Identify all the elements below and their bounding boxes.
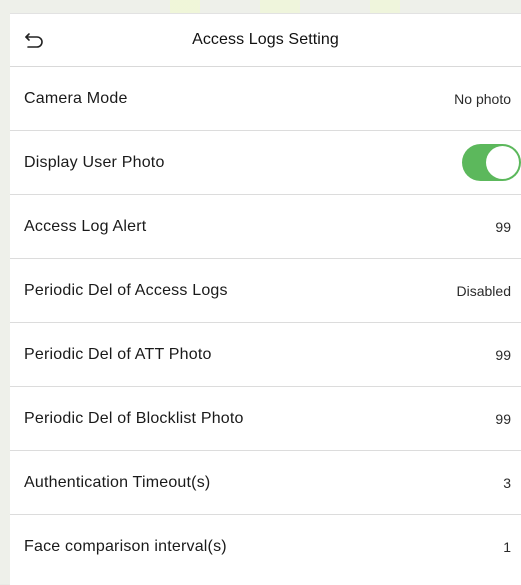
authentication-timeout-row[interactable]: Authentication Timeout(s) 3 — [10, 451, 521, 515]
header-bar: Access Logs Setting — [10, 14, 521, 67]
setting-value: 99 — [495, 410, 511, 427]
display-user-photo-toggle[interactable] — [462, 144, 521, 181]
camera-mode-row[interactable]: Camera Mode No photo — [10, 67, 521, 131]
periodic-del-att-photo-row[interactable]: Periodic Del of ATT Photo 99 — [10, 323, 521, 387]
setting-label: Display User Photo — [24, 153, 165, 171]
settings-screen: Access Logs Setting Camera Mode No photo… — [10, 13, 521, 585]
back-arrow-icon[interactable] — [22, 28, 46, 52]
setting-value: No photo — [454, 90, 511, 107]
setting-label: Access Log Alert — [24, 217, 147, 235]
setting-label: Authentication Timeout(s) — [24, 473, 211, 491]
setting-label: Periodic Del of Blocklist Photo — [24, 409, 244, 427]
setting-label: Periodic Del of Access Logs — [24, 281, 228, 299]
setting-value: 99 — [495, 218, 511, 235]
setting-value: Disabled — [456, 282, 511, 299]
face-comparison-interval-row[interactable]: Face comparison interval(s) 1 — [10, 515, 521, 579]
setting-label: Camera Mode — [24, 89, 128, 107]
setting-value: 99 — [495, 346, 511, 363]
setting-label: Periodic Del of ATT Photo — [24, 345, 212, 363]
setting-value: 1 — [503, 539, 511, 555]
access-log-alert-row[interactable]: Access Log Alert 99 — [10, 195, 521, 259]
periodic-del-access-logs-row[interactable]: Periodic Del of Access Logs Disabled — [10, 259, 521, 323]
toggle-knob — [486, 146, 519, 179]
display-user-photo-row: Display User Photo — [10, 131, 521, 195]
setting-value: 3 — [503, 474, 511, 491]
page-title: Access Logs Setting — [192, 31, 339, 48]
periodic-del-blocklist-photo-row[interactable]: Periodic Del of Blocklist Photo 99 — [10, 387, 521, 451]
setting-label: Face comparison interval(s) — [24, 538, 227, 555]
